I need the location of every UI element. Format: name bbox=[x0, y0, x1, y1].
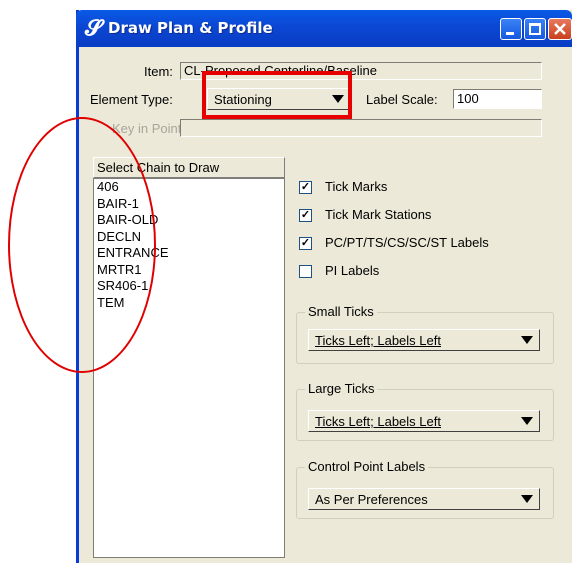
maximize-icon bbox=[529, 23, 541, 35]
pc-pt-labels-checkbox[interactable]: ✓ bbox=[299, 237, 312, 250]
large-ticks-title: Large Ticks bbox=[305, 381, 378, 396]
close-button[interactable] bbox=[548, 18, 572, 40]
title-bar[interactable]: 𝓢 Draw Plan & Profile bbox=[76, 10, 572, 47]
minimize-button[interactable] bbox=[500, 18, 522, 40]
large-ticks-group: Large Ticks Ticks Left; Labels Left bbox=[296, 381, 554, 441]
pi-labels-checkbox[interactable] bbox=[299, 265, 312, 278]
chevron-down-icon bbox=[521, 495, 533, 503]
tick-mark-stations-checkbox[interactable]: ✓ bbox=[299, 209, 312, 222]
chevron-down-icon bbox=[521, 417, 533, 425]
control-point-labels-title: Control Point Labels bbox=[305, 459, 429, 474]
annotation-highlight-box bbox=[202, 71, 352, 119]
large-ticks-dropdown[interactable]: Ticks Left; Labels Left bbox=[308, 410, 540, 432]
large-ticks-value: Ticks Left; Labels Left bbox=[315, 414, 441, 429]
chevron-down-icon bbox=[521, 336, 533, 344]
small-ticks-group: Small Ticks Ticks Left; Labels Left bbox=[296, 304, 554, 364]
control-point-labels-value: As Per Preferences bbox=[315, 492, 428, 507]
small-ticks-title: Small Ticks bbox=[305, 304, 377, 319]
tick-marks-checkbox[interactable]: ✓ bbox=[299, 181, 312, 194]
pc-pt-labels-label: PC/PT/TS/CS/SC/ST Labels bbox=[325, 235, 489, 250]
control-point-labels-dropdown[interactable]: As Per Preferences bbox=[308, 488, 540, 510]
maximize-button[interactable] bbox=[524, 18, 546, 40]
ribbon-s-icon: 𝓢 bbox=[85, 16, 103, 41]
small-ticks-value: Ticks Left; Labels Left bbox=[315, 333, 441, 348]
label-scale-label: Label Scale: bbox=[366, 92, 438, 107]
element-type-label: Element Type: bbox=[90, 92, 173, 107]
window-title: Draw Plan & Profile bbox=[108, 19, 273, 37]
close-icon bbox=[554, 23, 566, 35]
annotation-ellipse bbox=[8, 117, 156, 373]
control-point-labels-group: Control Point Labels As Per Preferences bbox=[296, 459, 554, 519]
keyin-points-field[interactable] bbox=[180, 119, 542, 137]
small-ticks-dropdown[interactable]: Ticks Left; Labels Left bbox=[308, 329, 540, 351]
item-label: Item: bbox=[144, 64, 173, 79]
tick-mark-stations-label: Tick Mark Stations bbox=[325, 207, 432, 222]
minimize-icon bbox=[506, 32, 514, 35]
label-scale-input[interactable]: 100 bbox=[453, 89, 542, 109]
pi-labels-label: PI Labels bbox=[325, 263, 380, 278]
tick-marks-label: Tick Marks bbox=[325, 179, 388, 194]
